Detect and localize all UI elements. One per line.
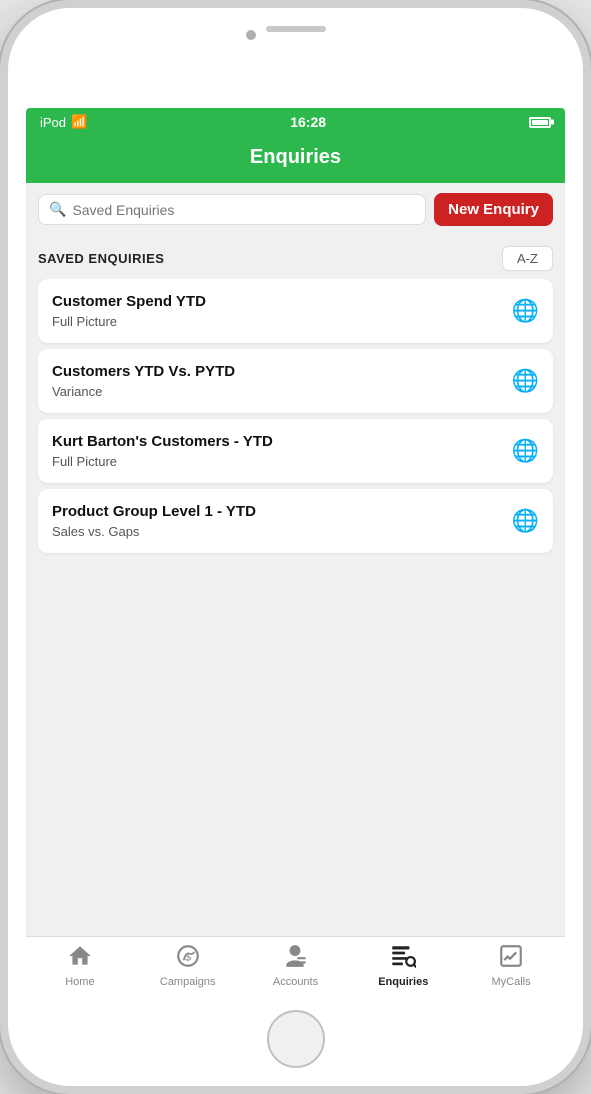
nav-item-enquiries[interactable]: Enquiries bbox=[349, 943, 457, 988]
bottom-nav: Home $ Campaigns bbox=[26, 936, 565, 996]
globe-icon[interactable]: 🌐 bbox=[512, 298, 539, 324]
enquiry-name: Customers YTD Vs. PYTD bbox=[52, 363, 502, 380]
globe-icon[interactable]: 🌐 bbox=[512, 508, 539, 534]
nav-item-mycalls[interactable]: MyCalls bbox=[457, 943, 565, 988]
page-header: Enquiries bbox=[26, 136, 565, 183]
section-header: SAVED ENQUIRIES A-Z bbox=[26, 236, 565, 279]
enquiry-name: Kurt Barton's Customers - YTD bbox=[52, 433, 502, 450]
screen: iPod 📶 16:28 Enquiries 🔍 New Enquiry bbox=[26, 108, 565, 996]
search-input[interactable] bbox=[72, 202, 415, 218]
search-bar: 🔍 New Enquiry bbox=[26, 183, 565, 236]
search-icon: 🔍 bbox=[49, 201, 66, 218]
home-icon bbox=[67, 943, 93, 973]
page-title: Enquiries bbox=[250, 146, 341, 168]
home-button[interactable] bbox=[267, 1010, 325, 1068]
status-time: 16:28 bbox=[290, 114, 326, 130]
nav-item-accounts[interactable]: Accounts bbox=[242, 943, 350, 988]
enquiry-sub: Sales vs. Gaps bbox=[52, 524, 502, 539]
phone-frame: ‹ iPod 📶 16:28 Enquiries 🔍 Ne bbox=[0, 0, 591, 1094]
campaigns-icon: $ bbox=[175, 943, 201, 973]
nav-item-home[interactable]: Home bbox=[26, 943, 134, 988]
enquiry-info: Product Group Level 1 - YTD Sales vs. Gap… bbox=[52, 503, 502, 539]
nav-label-accounts: Accounts bbox=[273, 976, 318, 988]
globe-icon[interactable]: 🌐 bbox=[512, 438, 539, 464]
nav-label-home: Home bbox=[65, 976, 94, 988]
battery-indicator bbox=[529, 117, 551, 128]
enquiry-info: Customer Spend YTD Full Picture bbox=[52, 293, 502, 329]
enquiries-icon bbox=[390, 943, 416, 973]
globe-icon[interactable]: 🌐 bbox=[512, 368, 539, 394]
nav-item-campaigns[interactable]: $ Campaigns bbox=[134, 943, 242, 988]
wifi-icon: 📶 bbox=[71, 114, 87, 130]
sort-button[interactable]: A-Z bbox=[502, 246, 553, 271]
new-enquiry-button[interactable]: New Enquiry bbox=[434, 193, 553, 226]
enquiry-sub: Full Picture bbox=[52, 454, 502, 469]
section-title: SAVED ENQUIRIES bbox=[38, 251, 164, 266]
enquiry-card[interactable]: Product Group Level 1 - YTD Sales vs. Gap… bbox=[38, 489, 553, 553]
battery-fill bbox=[532, 120, 548, 125]
enquiry-name: Product Group Level 1 - YTD bbox=[52, 503, 502, 520]
enquiry-list: Customer Spend YTDFull Picture🌐Customers… bbox=[26, 279, 565, 936]
status-left: iPod 📶 bbox=[40, 114, 87, 130]
status-bar: iPod 📶 16:28 bbox=[26, 108, 565, 136]
camera-dot bbox=[246, 30, 256, 40]
enquiry-info: Customers YTD Vs. PYTD Variance bbox=[52, 363, 502, 399]
nav-label-enquiries: Enquiries bbox=[378, 976, 428, 988]
nav-label-campaigns: Campaigns bbox=[160, 976, 216, 988]
nav-label-mycalls: MyCalls bbox=[492, 976, 531, 988]
enquiry-name: Customer Spend YTD bbox=[52, 293, 502, 310]
enquiry-card[interactable]: Customer Spend YTD Full Picture 🌐 bbox=[38, 279, 553, 343]
enquiry-sub: Full Picture bbox=[52, 314, 502, 329]
enquiry-info: Kurt Barton's Customers - YTD Full Pictur… bbox=[52, 433, 502, 469]
accounts-icon bbox=[282, 943, 308, 973]
enquiry-card[interactable]: Customers YTD Vs. PYTD Variance 🌐 bbox=[38, 349, 553, 413]
enquiry-sub: Variance bbox=[52, 384, 502, 399]
search-input-wrap[interactable]: 🔍 bbox=[38, 194, 426, 225]
carrier-label: iPod bbox=[40, 115, 66, 130]
battery-body bbox=[529, 117, 551, 128]
mycalls-icon bbox=[498, 943, 524, 973]
enquiry-card[interactable]: Kurt Barton's Customers - YTD Full Pictur… bbox=[38, 419, 553, 483]
